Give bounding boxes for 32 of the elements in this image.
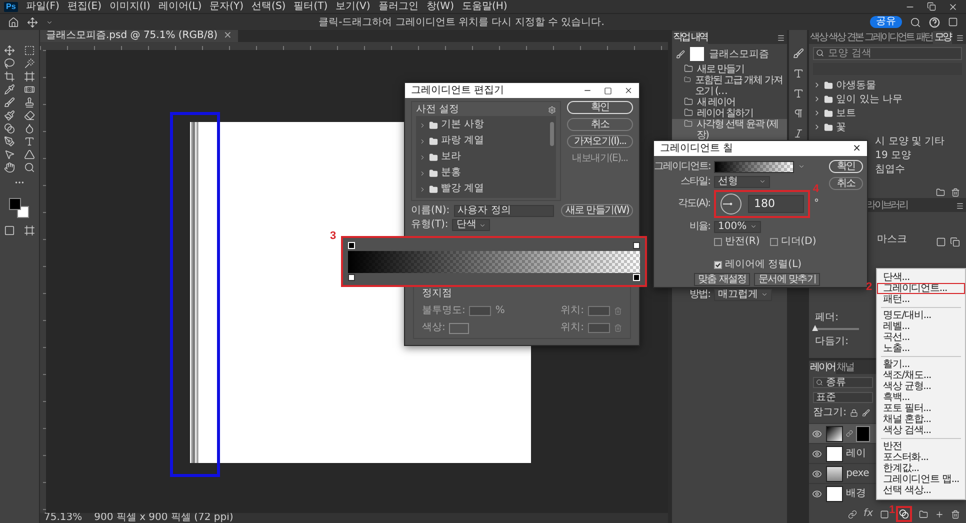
- gradient-label: 그레이디언트:: [654, 160, 710, 172]
- dialog-title: 그레이디언트 편집기: [411, 84, 504, 97]
- scale-label: 비율:: [688, 220, 710, 232]
- unit-label: %: [495, 305, 505, 317]
- zoom-level: 75.13%: [44, 513, 82, 523]
- angle-label: 각도(A):: [676, 198, 710, 210]
- method-label: 방법:: [688, 288, 710, 300]
- layer-name: 레이: [846, 448, 866, 460]
- annotation-number: 3: [330, 231, 336, 242]
- stop-label: 색상:: [422, 322, 446, 334]
- dialog-title: 그레이디언트 칠: [660, 142, 734, 155]
- layer-name: 배경: [846, 488, 866, 500]
- position-label: 위치:: [560, 305, 584, 317]
- annotation-number: 2: [866, 282, 872, 293]
- presets-label: 사전 설정: [416, 104, 460, 116]
- mask-label: 마스크: [877, 234, 908, 246]
- feather-label: 페더:: [815, 312, 838, 324]
- position-label: 위치:: [560, 322, 584, 334]
- name-label: 이름(N):: [411, 204, 450, 216]
- layer-name: pexe: [846, 468, 869, 480]
- annotation-number: 1: [889, 505, 896, 516]
- degree-unit: °: [814, 198, 819, 210]
- stops-label: 정지점: [422, 288, 453, 300]
- app-logo: Ps: [4, 2, 18, 12]
- document-size: 900 픽셀 x 900 픽셀 (72 ppi): [94, 513, 234, 523]
- stop-label: 불투명도:: [422, 305, 466, 317]
- annotation-number: 4: [812, 184, 819, 195]
- type-label: 유형(T):: [411, 219, 448, 231]
- refine-label: 다듬기:: [815, 336, 848, 348]
- hint-text: 클릭-드래그하여 그레이디언트 위치를 다시 지정할 수 있습니다.: [318, 16, 606, 29]
- style-label: 스타일:: [680, 176, 710, 188]
- lock-label: 잠그기:: [813, 406, 846, 418]
